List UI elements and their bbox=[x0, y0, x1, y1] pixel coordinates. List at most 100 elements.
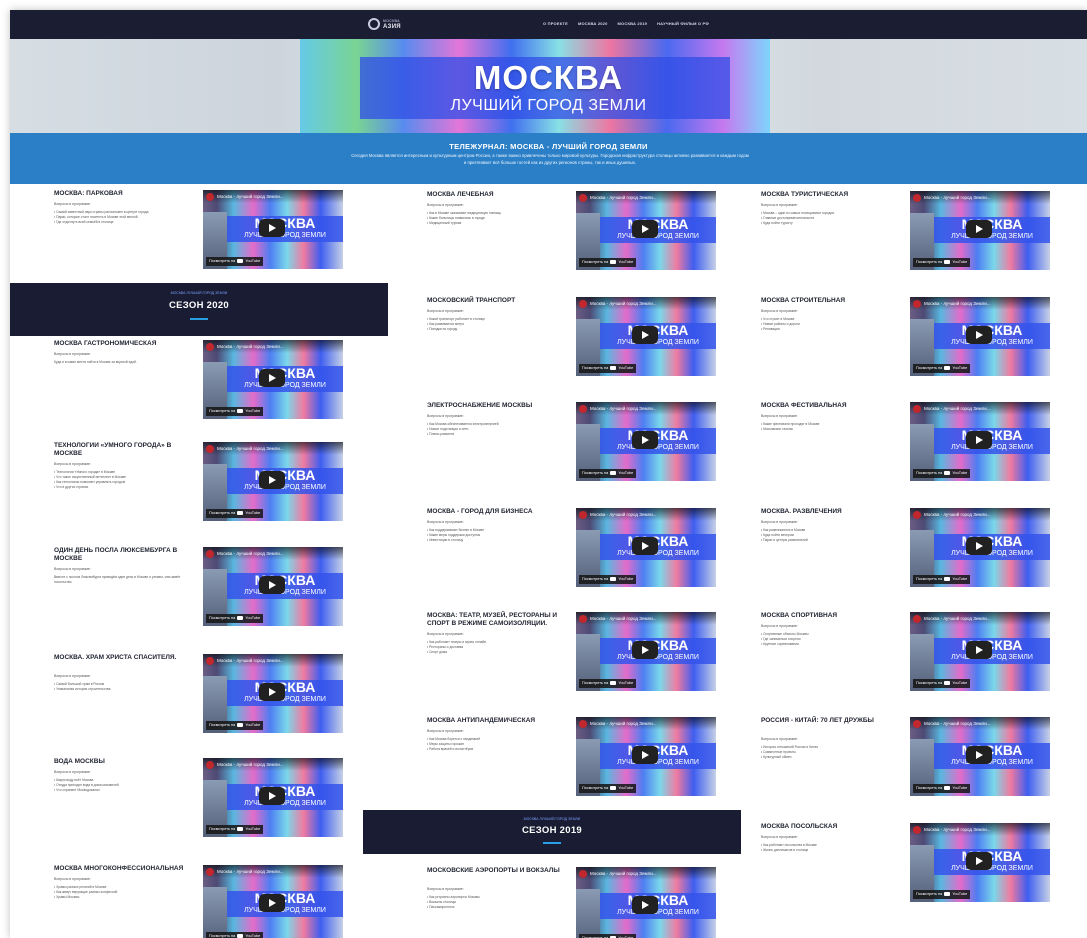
channel-avatar-icon[interactable] bbox=[913, 615, 921, 623]
play-button-icon[interactable] bbox=[259, 576, 285, 594]
watch-on-youtube-button[interactable]: Посмотреть на YouTube bbox=[206, 721, 264, 730]
play-button-icon[interactable] bbox=[632, 431, 658, 449]
nav-link-2019[interactable]: МОСКВА 2019 bbox=[618, 21, 648, 26]
play-button-icon[interactable] bbox=[966, 746, 992, 764]
play-button-icon[interactable] bbox=[259, 894, 285, 912]
episode-title[interactable]: МОСКОВСКИЙ ТРАНСПОРТ bbox=[427, 297, 567, 305]
video-title[interactable]: Москва - лучший город Земли... bbox=[924, 512, 991, 517]
nav-link-about[interactable]: О ПРОЕКТЕ bbox=[543, 21, 568, 26]
video-player[interactable]: Москва - лучший город Земли... МОСКВА ЛУ… bbox=[576, 402, 716, 481]
video-player[interactable]: Москва - лучший город Земли... МОСКВА ЛУ… bbox=[910, 717, 1050, 796]
video-player[interactable]: Москва - лучший город Земли... МОСКВА ЛУ… bbox=[203, 340, 343, 419]
nav-link-film[interactable]: НАУЧНЫЙ ФИЛЬМ О РФ bbox=[657, 21, 709, 26]
watch-on-youtube-button[interactable]: Посмотреть на YouTube bbox=[206, 509, 264, 518]
channel-avatar-icon[interactable] bbox=[579, 870, 587, 878]
play-button-icon[interactable] bbox=[966, 852, 992, 870]
video-title[interactable]: Москва - лучший город Земли... bbox=[217, 869, 284, 874]
video-player[interactable]: Москва - лучший город Земли... МОСКВА ЛУ… bbox=[203, 654, 343, 733]
video-player[interactable]: Москва - лучший город Земли... МОСКВА ЛУ… bbox=[203, 442, 343, 521]
watch-on-youtube-button[interactable]: Посмотреть на YouTube bbox=[579, 469, 637, 478]
watch-on-youtube-button[interactable]: Посмотреть на YouTube bbox=[913, 258, 971, 267]
video-player[interactable]: Москва - лучший город Земли... МОСКВА ЛУ… bbox=[203, 865, 343, 938]
video-player[interactable]: Москва - лучший город Земли... МОСКВА ЛУ… bbox=[203, 190, 343, 269]
channel-avatar-icon[interactable] bbox=[206, 343, 214, 351]
watch-on-youtube-button[interactable]: Посмотреть на YouTube bbox=[579, 679, 637, 688]
watch-on-youtube-button[interactable]: Посмотреть на YouTube bbox=[206, 932, 264, 938]
play-button-icon[interactable] bbox=[259, 683, 285, 701]
watch-on-youtube-button[interactable]: Посмотреть на YouTube bbox=[579, 784, 637, 793]
play-button-icon[interactable] bbox=[259, 471, 285, 489]
channel-avatar-icon[interactable] bbox=[913, 511, 921, 519]
nav-link-2020[interactable]: МОСКВА 2020 bbox=[578, 21, 608, 26]
video-title[interactable]: Москва - лучший город Земли... bbox=[217, 551, 284, 556]
watch-on-youtube-button[interactable]: Посмотреть на YouTube bbox=[579, 575, 637, 584]
play-button-icon[interactable] bbox=[632, 896, 658, 914]
channel-avatar-icon[interactable] bbox=[579, 194, 587, 202]
watch-on-youtube-button[interactable]: Посмотреть на YouTube bbox=[579, 258, 637, 267]
video-player[interactable]: Москва - лучший город Земли... МОСКВА ЛУ… bbox=[576, 717, 716, 796]
video-player[interactable]: Москва - лучший город Земли... МОСКВА ЛУ… bbox=[910, 402, 1050, 481]
site-logo[interactable]: МОСКВА АЗИЯ bbox=[368, 18, 401, 30]
video-title[interactable]: Москва - лучший город Земли... bbox=[924, 827, 991, 832]
video-title[interactable]: Москва - лучший город Земли... bbox=[590, 406, 657, 411]
video-title[interactable]: Москва - лучший город Земли... bbox=[924, 616, 991, 621]
video-title[interactable]: Москва - лучший город Земли... bbox=[924, 301, 991, 306]
video-player[interactable]: Москва - лучший город Земли... МОСКВА ЛУ… bbox=[576, 508, 716, 587]
video-player[interactable]: Москва - лучший город Земли... МОСКВА ЛУ… bbox=[910, 612, 1050, 691]
play-button-icon[interactable] bbox=[632, 641, 658, 659]
video-title[interactable]: Москва - лучший город Земли... bbox=[590, 616, 657, 621]
video-player[interactable]: Москва - лучший город Земли... МОСКВА ЛУ… bbox=[203, 758, 343, 837]
channel-avatar-icon[interactable] bbox=[579, 300, 587, 308]
episode-title[interactable]: РОССИЯ - КИТАЙ: 70 ЛЕТ ДРУЖБЫ bbox=[761, 717, 901, 725]
watch-on-youtube-button[interactable]: Посмотреть на YouTube bbox=[206, 825, 264, 834]
episode-title[interactable]: МОСКВА ФЕСТИВАЛЬНАЯ bbox=[761, 402, 901, 410]
watch-on-youtube-button[interactable]: Посмотреть на YouTube bbox=[913, 784, 971, 793]
video-player[interactable]: Москва - лучший город Земли... МОСКВА ЛУ… bbox=[576, 867, 716, 938]
play-button-icon[interactable] bbox=[632, 326, 658, 344]
video-player[interactable]: Москва - лучший город Земли... МОСКВА ЛУ… bbox=[910, 823, 1050, 902]
episode-title[interactable]: МОСКВА: ТЕАТР, МУЗЕЙ, РЕСТОРАНЫ И СПОРТ … bbox=[427, 612, 567, 628]
video-title[interactable]: Москва - лучший город Земли... bbox=[590, 301, 657, 306]
play-button-icon[interactable] bbox=[259, 369, 285, 387]
play-button-icon[interactable] bbox=[966, 326, 992, 344]
watch-on-youtube-button[interactable]: Посмотреть на YouTube bbox=[206, 407, 264, 416]
video-player[interactable]: Москва - лучший город Земли... МОСКВА ЛУ… bbox=[910, 297, 1050, 376]
watch-on-youtube-button[interactable]: Посмотреть на YouTube bbox=[913, 364, 971, 373]
channel-avatar-icon[interactable] bbox=[913, 300, 921, 308]
channel-avatar-icon[interactable] bbox=[913, 826, 921, 834]
video-player[interactable]: Москва - лучший город Земли... МОСКВА ЛУ… bbox=[910, 191, 1050, 270]
episode-title[interactable]: ТЕХНОЛОГИИ «УМНОГО ГОРОДА» В МОСКВЕ bbox=[54, 442, 194, 458]
watch-on-youtube-button[interactable]: Посмотреть на YouTube bbox=[579, 364, 637, 373]
video-player[interactable]: Москва - лучший город Земли... МОСКВА ЛУ… bbox=[203, 547, 343, 626]
episode-title[interactable]: МОСКОВСКИЕ АЭРОПОРТЫ И ВОКЗАЛЫ bbox=[427, 867, 567, 875]
episode-title[interactable]: МОСКВА ТУРИСТИЧЕСКАЯ bbox=[761, 191, 901, 199]
channel-avatar-icon[interactable] bbox=[913, 720, 921, 728]
watch-on-youtube-button[interactable]: Посмотреть на YouTube bbox=[206, 257, 264, 266]
channel-avatar-icon[interactable] bbox=[913, 405, 921, 413]
video-player[interactable]: Москва - лучший город Земли... МОСКВА ЛУ… bbox=[576, 297, 716, 376]
play-button-icon[interactable] bbox=[966, 220, 992, 238]
channel-avatar-icon[interactable] bbox=[206, 868, 214, 876]
episode-title[interactable]: МОСКВА МНОГОКОНФЕССИОНАЛЬНАЯ bbox=[54, 865, 194, 873]
play-button-icon[interactable] bbox=[259, 219, 285, 237]
play-button-icon[interactable] bbox=[966, 537, 992, 555]
channel-avatar-icon[interactable] bbox=[579, 511, 587, 519]
video-player[interactable]: Москва - лучший город Земли... МОСКВА ЛУ… bbox=[576, 612, 716, 691]
episode-title[interactable]: МОСКВА СПОРТИВНАЯ bbox=[761, 612, 901, 620]
play-button-icon[interactable] bbox=[966, 431, 992, 449]
episode-title[interactable]: МОСКВА ГАСТРОНОМИЧЕСКАЯ bbox=[54, 340, 194, 348]
channel-avatar-icon[interactable] bbox=[913, 194, 921, 202]
episode-title[interactable]: МОСКВА: ПАРКОВАЯ bbox=[54, 190, 194, 198]
video-title[interactable]: Москва - лучший город Земли... bbox=[217, 658, 284, 663]
episode-title[interactable]: МОСКВА ПОСОЛЬСКАЯ bbox=[761, 823, 901, 831]
video-title[interactable]: Москва - лучший город Земли... bbox=[924, 721, 991, 726]
watch-on-youtube-button[interactable]: Посмотреть на YouTube bbox=[913, 679, 971, 688]
video-title[interactable]: Москва - лучший город Земли... bbox=[217, 344, 284, 349]
play-button-icon[interactable] bbox=[632, 220, 658, 238]
play-button-icon[interactable] bbox=[632, 537, 658, 555]
episode-title[interactable]: ЭЛЕКТРОСНАБЖЕНИЕ МОСКВЫ bbox=[427, 402, 567, 410]
play-button-icon[interactable] bbox=[632, 746, 658, 764]
channel-avatar-icon[interactable] bbox=[206, 657, 214, 665]
episode-title[interactable]: МОСКВА. РАЗВЛЕЧЕНИЯ bbox=[761, 508, 901, 516]
play-button-icon[interactable] bbox=[259, 787, 285, 805]
